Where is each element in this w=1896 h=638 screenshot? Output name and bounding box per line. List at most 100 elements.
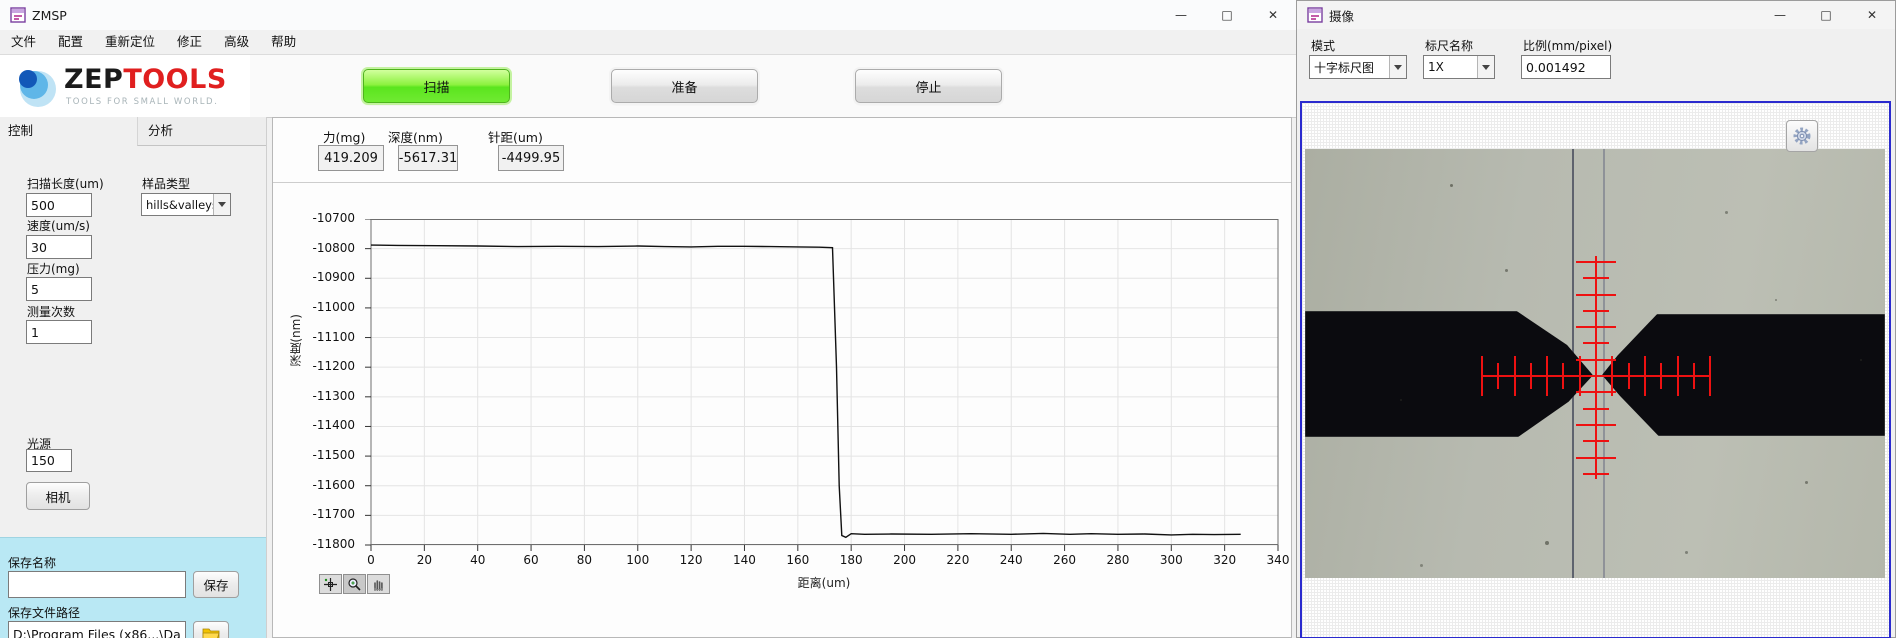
menu-bar: 文件 配置 重新定位 修正 高级 帮助 xyxy=(0,30,1296,55)
stop-button[interactable]: 停止 xyxy=(855,69,1002,103)
menu-advanced[interactable]: 高级 xyxy=(213,30,260,54)
speck xyxy=(1685,551,1688,554)
mode-select[interactable]: 十字标尺图 xyxy=(1309,55,1407,79)
menu-file[interactable]: 文件 xyxy=(0,30,47,54)
separator xyxy=(273,182,1292,183)
fiber-line xyxy=(1603,149,1605,578)
measurement-chart-card: 力(mg) 419.209 深度(nm) -5617.31 针距(um) -44… xyxy=(272,117,1292,638)
x-tick-label: 40 xyxy=(460,553,496,567)
crosshair-mark xyxy=(1576,391,1616,393)
x-tick-label: 200 xyxy=(887,553,923,567)
camera-window: 摄像 — □ ✕ 模式 十字标尺图 标尺名称 1X 比例(mm/pixel) xyxy=(1296,0,1896,638)
scale-input[interactable] xyxy=(1521,55,1611,79)
camera-close-button[interactable]: ✕ xyxy=(1849,1,1895,29)
pressure-input[interactable] xyxy=(26,277,92,301)
maximize-button[interactable]: □ xyxy=(1204,0,1250,30)
crosshair-mark xyxy=(1576,424,1616,426)
crosshair-mark xyxy=(1546,356,1548,396)
menu-correction[interactable]: 修正 xyxy=(166,30,213,54)
speck xyxy=(1400,399,1402,401)
y-tick-label: -11600 xyxy=(293,478,355,492)
cursor-tool-button[interactable] xyxy=(319,574,342,594)
y-tick-label: -11100 xyxy=(293,330,355,344)
camera-minimize-button[interactable]: — xyxy=(1757,1,1803,29)
crosshair-mark xyxy=(1576,326,1616,328)
save-name-label: 保存名称 xyxy=(8,554,56,571)
x-tick-label: 260 xyxy=(1047,553,1083,567)
prepare-button[interactable]: 准备 xyxy=(611,69,758,103)
camera-live-image[interactable] xyxy=(1305,149,1885,578)
tab-control[interactable]: 控制 xyxy=(0,117,145,145)
crosshair-mark xyxy=(1530,363,1532,389)
crosshair-mark xyxy=(1576,359,1616,361)
control-panel: 控制 分析 扫描长度(um) 速度(um/s) 压力(mg) 测量次数 样品类型… xyxy=(0,117,267,638)
main-titlebar: ZMSP — □ ✕ xyxy=(0,0,1296,30)
camera-button[interactable]: 相机 xyxy=(26,482,90,510)
ruler-name-select[interactable]: 1X xyxy=(1423,55,1495,79)
depth-readout-label: 深度(nm) xyxy=(388,127,443,146)
speck xyxy=(1725,211,1728,214)
app-icon xyxy=(10,7,26,23)
logo-subtitle: TOOLS FOR SMALL WORLD. xyxy=(66,97,219,107)
crosshair-mark xyxy=(1576,294,1616,296)
menu-config[interactable]: 配置 xyxy=(47,30,94,54)
crosshair-mark xyxy=(1576,457,1616,459)
speck xyxy=(1505,269,1508,272)
force-readout-value: 419.209 xyxy=(318,145,384,171)
depth-profile-plot[interactable] xyxy=(363,219,1288,555)
screen: ZMSP — □ ✕ 文件 配置 重新定位 修正 高级 帮助 ZEPTOOL xyxy=(0,0,1896,638)
x-tick-label: 60 xyxy=(513,553,549,567)
crosshair-mark xyxy=(1514,356,1516,396)
x-tick-label: 0 xyxy=(353,553,389,567)
tab-analysis[interactable]: 分析 xyxy=(137,117,267,146)
crosshair-mark xyxy=(1583,408,1609,410)
sample-type-select[interactable]: hills&valleys xyxy=(141,193,231,216)
camera-titlebar: 摄像 — □ ✕ xyxy=(1297,1,1895,29)
chevron-down-icon xyxy=(1477,56,1494,78)
save-button[interactable]: 保存 xyxy=(193,571,239,598)
crosshair-mark xyxy=(1583,440,1609,442)
crosshair-mark xyxy=(1481,356,1483,396)
x-tick-label: 160 xyxy=(780,553,816,567)
close-button[interactable]: ✕ xyxy=(1250,0,1296,30)
scale-label: 比例(mm/pixel) xyxy=(1523,37,1612,54)
browse-folder-button[interactable] xyxy=(193,621,229,638)
camera-settings-button[interactable] xyxy=(1786,120,1818,152)
y-tick-label: -11200 xyxy=(293,359,355,373)
light-source-input[interactable] xyxy=(26,449,72,472)
speed-input[interactable] xyxy=(26,235,92,259)
y-tick-label: -10900 xyxy=(293,270,355,284)
menu-help[interactable]: 帮助 xyxy=(260,30,307,54)
x-tick-label: 320 xyxy=(1207,553,1243,567)
scan-length-input[interactable] xyxy=(26,193,92,217)
crosshair-mark xyxy=(1583,342,1609,344)
crosshair-mark xyxy=(1583,277,1609,279)
scan-button[interactable]: 扫描 xyxy=(363,69,510,103)
needle-gap-readout-value: -4499.95 xyxy=(498,145,564,171)
pan-tool-button[interactable] xyxy=(367,574,390,594)
window-controls: — □ ✕ xyxy=(1158,0,1296,30)
save-path-input[interactable] xyxy=(8,621,186,638)
depth-readout-value: -5617.31 xyxy=(398,145,458,171)
mode-label: 模式 xyxy=(1311,37,1335,54)
menu-reposition[interactable]: 重新定位 xyxy=(94,30,166,54)
gear-icon xyxy=(1792,126,1812,146)
measure-count-input[interactable] xyxy=(26,320,92,344)
speck xyxy=(1545,541,1549,545)
save-section: 保存名称 保存 保存文件路径 xyxy=(0,537,266,638)
x-tick-label: 220 xyxy=(940,553,976,567)
x-tick-label: 300 xyxy=(1153,553,1189,567)
crosshair-icon xyxy=(323,577,338,592)
x-tick-label: 140 xyxy=(726,553,762,567)
force-readout-label: 力(mg) xyxy=(323,127,365,146)
save-path-label: 保存文件路径 xyxy=(8,604,80,621)
minimize-button[interactable]: — xyxy=(1158,0,1204,30)
needle-gap-readout-label: 针距(um) xyxy=(488,127,543,146)
crosshair-mark xyxy=(1677,356,1679,396)
save-name-input[interactable] xyxy=(8,571,186,598)
measure-count-label: 测量次数 xyxy=(27,303,75,320)
x-tick-label: 180 xyxy=(833,553,869,567)
crosshair-mark xyxy=(1562,363,1564,389)
camera-maximize-button[interactable]: □ xyxy=(1803,1,1849,29)
zoom-tool-button[interactable] xyxy=(343,574,366,594)
